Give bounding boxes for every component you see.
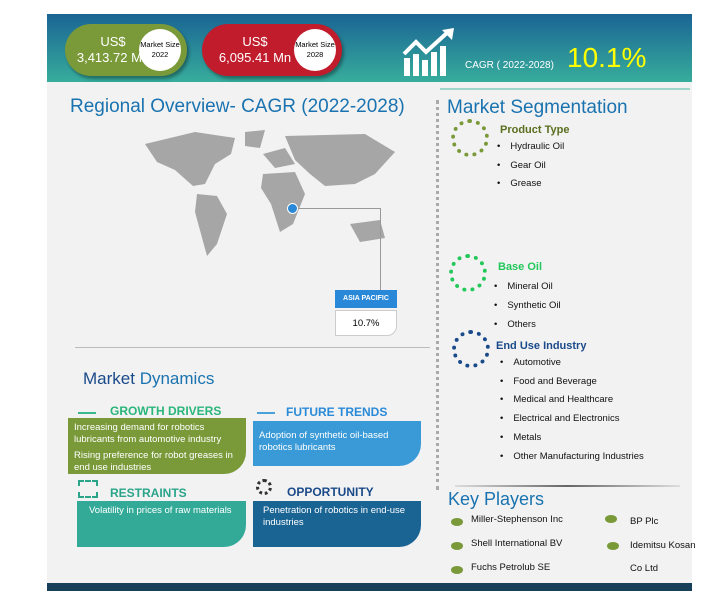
key-player: Fuchs Petrolub SE (471, 562, 551, 573)
region-label: ASIA PACIFIC (335, 290, 397, 308)
divider (455, 485, 680, 487)
market-size-2028-value: 6,095.41 Mn (218, 50, 292, 65)
summary-banner: US$ 3,413.72 Mn Market Size 2022 US$ 6,095… (47, 14, 692, 82)
end-use-industry-icon (452, 330, 490, 368)
segment-item: Automotive (500, 357, 561, 368)
restraints-icon (78, 480, 98, 498)
opportunity-gear-icon (256, 479, 272, 495)
region-cagr: 10.7% (335, 310, 397, 336)
end-use-industry-title: End Use Industry (496, 340, 587, 352)
segment-item: Gear Oil (497, 160, 545, 171)
key-players-title: Key Players (448, 489, 545, 509)
divider (75, 347, 430, 348)
opportunity-title: OPPORTUNITY (287, 485, 374, 499)
growth-drivers-box: Increasing demand for robotics lubricant… (68, 418, 246, 474)
list-item: Volatility in prices of raw materials (89, 505, 232, 516)
segment-item: Metals (500, 432, 541, 443)
cagr-value: 10.1% (567, 42, 647, 73)
title-part: Overview- CAGR (2022-2028) (150, 96, 405, 117)
title-part: Segmentation (510, 97, 628, 118)
list-item: Penetration of robotics in end-use indus… (263, 505, 406, 528)
segmentation-title: Market Segmentation (447, 97, 628, 119)
segment-item: Mineral Oil (494, 281, 552, 292)
segment-item: Other Manufacturing Industries (500, 451, 643, 462)
connector-line (298, 208, 380, 209)
market-size-2028-pill: US$ 6,095.41 Mn Market Size 2028 (202, 24, 342, 76)
growth-drivers-title: GROWTH DRIVERS (110, 404, 222, 418)
title-part: Dynamics (139, 369, 215, 388)
connector-line (380, 208, 381, 290)
restraints-box: Volatility in prices of raw materials (77, 501, 246, 547)
list-item: Rising preference for robot greases in e… (74, 450, 233, 473)
title-part: Regional (70, 96, 145, 117)
base-oil-title: Base Oil (498, 261, 543, 273)
segment-item: Others (494, 319, 536, 330)
key-player: Shell International BV (471, 538, 563, 549)
bullet-icon (451, 542, 463, 550)
dotted-divider (436, 100, 439, 490)
segment-item: Hydraulic Oil (497, 141, 564, 152)
key-player: Miller-Stephenson Inc (471, 514, 563, 525)
segment-item: Medical and Healthcare (500, 394, 613, 405)
asia-pacific-marker (287, 203, 298, 214)
future-trends-icon (257, 398, 275, 414)
base-oil-icon (449, 254, 487, 292)
segment-item: Grease (497, 178, 541, 189)
title-part: Market (83, 369, 135, 388)
footer-band (47, 583, 692, 591)
divider (440, 88, 690, 90)
bullet-icon (451, 518, 463, 526)
growth-drivers-icon (78, 398, 96, 414)
segment-item: Electrical and Electronics (500, 413, 619, 424)
key-player: Co Ltd (630, 563, 658, 574)
title-part: Market (447, 97, 506, 118)
future-trends-title: FUTURE TRENDS (286, 405, 388, 419)
dynamics-title: Market Dynamics (83, 369, 214, 389)
market-size-2028-label: Market Size 2028 (294, 29, 336, 71)
world-map (145, 130, 395, 256)
regional-title: Regional Overview- CAGR (2022-2028) (70, 96, 405, 118)
future-trends-box: Adoption of synthetic oil-based robotics… (253, 421, 421, 466)
bullet-icon (451, 566, 463, 574)
restraints-title: RESTRAINTS (110, 486, 187, 500)
segment-item: Synthetic Oil (494, 300, 560, 311)
segment-item: Food and Beverage (500, 376, 596, 387)
key-player: Idemitsu Kosan (630, 540, 696, 551)
bullet-icon (605, 515, 617, 523)
product-type-title: Product Type (500, 124, 570, 136)
list-item: Increasing demand for robotics lubricant… (74, 422, 222, 445)
opportunity-box: Penetration of robotics in end-use indus… (253, 501, 421, 547)
market-size-2022-label: Market Size 2022 (139, 29, 181, 71)
product-type-icon (451, 119, 489, 157)
key-player: BP Plc (630, 516, 659, 527)
growth-chart-icon (402, 28, 454, 76)
market-size-2022-pill: US$ 3,413.72 Mn Market Size 2022 (65, 24, 187, 76)
currency: US$ (242, 34, 268, 49)
cagr-label: CAGR ( 2022-2028) (465, 60, 554, 71)
bullet-icon (607, 542, 619, 550)
